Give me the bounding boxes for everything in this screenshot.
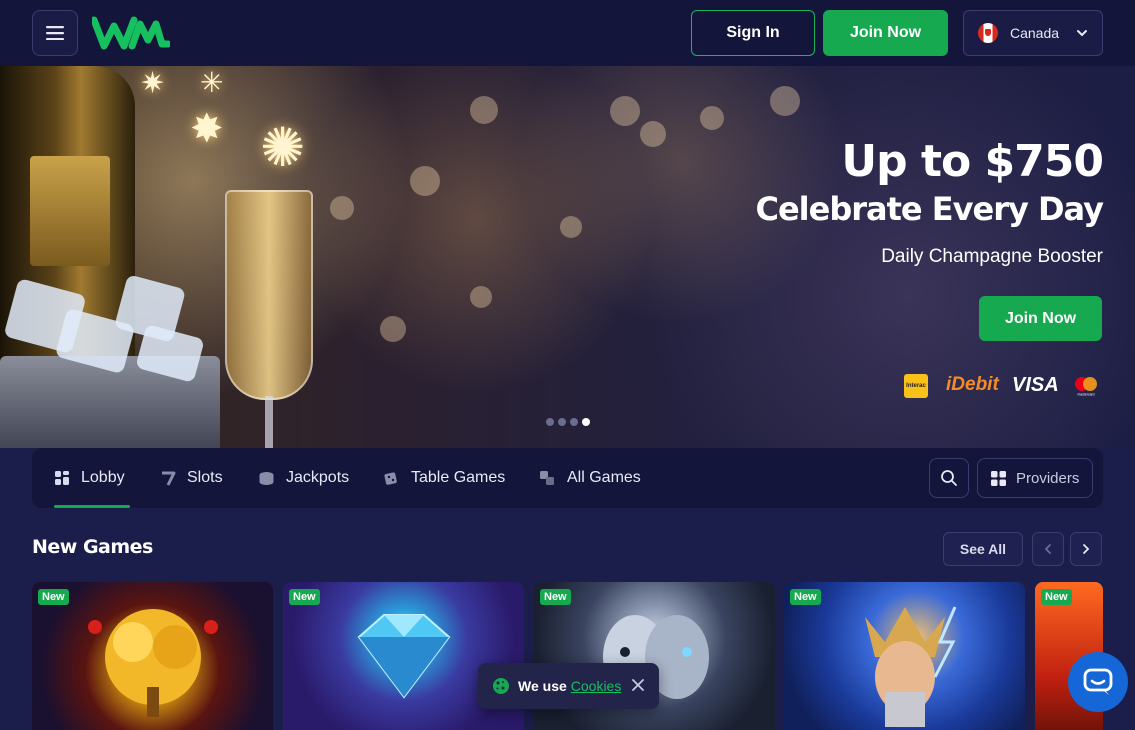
bokeh-light xyxy=(700,106,724,130)
sparkle-icon: ✸ xyxy=(190,107,224,151)
tab-jackpots[interactable]: Jackpots xyxy=(258,448,349,508)
close-icon[interactable] xyxy=(631,678,645,692)
tab-label: All Games xyxy=(567,469,641,486)
carousel-dot[interactable] xyxy=(558,418,566,426)
join-now-button[interactable]: Join Now xyxy=(823,10,948,56)
category-nav: Lobby Slots Jackpots Table Games All Gam… xyxy=(32,448,1103,508)
tab-all-games[interactable]: All Games xyxy=(539,448,641,508)
interac-logo: Interac xyxy=(904,374,928,398)
viking-warrior-art xyxy=(864,606,956,727)
canada-flag-icon xyxy=(978,23,998,43)
tab-label: Table Games xyxy=(411,469,506,486)
hero-title-secondary: Celebrate Every Day xyxy=(755,190,1104,228)
live-chat-button[interactable] xyxy=(1068,652,1128,712)
tab-lobby[interactable]: Lobby xyxy=(54,448,125,508)
payment-methods: Interac iDebit VISA mastercard xyxy=(904,372,1104,400)
mastercard-logo: mastercard xyxy=(1075,377,1097,397)
bokeh-light xyxy=(330,196,354,220)
providers-button[interactable]: Providers xyxy=(977,458,1093,498)
game-card[interactable]: New xyxy=(784,582,1025,730)
jackpots-icon xyxy=(258,470,275,486)
sparkle-icon: ✳ xyxy=(200,67,224,98)
new-badge: New xyxy=(1041,589,1072,605)
hero-title: Up to $750 xyxy=(841,136,1104,187)
hero-join-now-button[interactable]: Join Now xyxy=(979,296,1102,341)
chat-bubble-icon xyxy=(1083,668,1113,695)
chevron-down-icon xyxy=(1077,30,1087,37)
hamburger-icon xyxy=(46,26,64,40)
bokeh-light xyxy=(610,96,640,126)
carousel-dot[interactable] xyxy=(570,418,578,426)
slots-icon xyxy=(160,470,176,486)
new-badge: New xyxy=(790,589,821,605)
country-selector[interactable]: Canada xyxy=(963,10,1103,56)
cookie-text: We use xyxy=(518,678,567,694)
mastercard-label: mastercard xyxy=(1078,393,1095,397)
lobby-icon xyxy=(54,470,70,486)
carousel-dot-active[interactable] xyxy=(582,418,590,426)
all-games-icon xyxy=(539,470,556,486)
carousel-dot[interactable] xyxy=(546,418,554,426)
glass-stem xyxy=(265,396,273,448)
champagne-glass xyxy=(225,190,313,400)
bokeh-light xyxy=(560,216,582,238)
game-card[interactable]: New xyxy=(32,582,273,730)
cookies-link[interactable]: Cookies xyxy=(571,678,622,694)
visa-logo: VISA xyxy=(1012,374,1059,396)
bokeh-light xyxy=(770,86,800,116)
new-badge: New xyxy=(289,589,320,605)
sparkle-icon: ✺ xyxy=(260,118,306,178)
bokeh-light xyxy=(380,316,406,342)
table-games-icon xyxy=(383,470,400,486)
bokeh-light xyxy=(410,166,440,196)
tab-slots[interactable]: Slots xyxy=(160,448,223,508)
chevron-left-icon xyxy=(1044,544,1051,554)
chevron-right-icon xyxy=(1083,544,1090,554)
interac-label: Interac xyxy=(906,383,926,389)
search-button[interactable] xyxy=(929,458,969,498)
tab-label: Slots xyxy=(187,469,223,486)
bokeh-light xyxy=(470,286,492,308)
see-all-button[interactable]: See All xyxy=(943,532,1023,566)
header: Sign In Join Now Canada xyxy=(0,0,1135,66)
providers-label: Providers xyxy=(1016,469,1080,487)
country-label: Canada xyxy=(1010,25,1060,41)
tab-label: Jackpots xyxy=(286,469,350,486)
section-title: New Games xyxy=(32,536,153,558)
carousel-dots xyxy=(546,418,590,426)
diamond-art xyxy=(357,614,450,699)
search-icon xyxy=(941,470,957,486)
menu-button[interactable] xyxy=(32,10,78,56)
logo[interactable] xyxy=(92,16,170,50)
sign-in-button[interactable]: Sign In xyxy=(691,10,815,56)
active-tab-indicator xyxy=(54,505,130,508)
idebit-logo: iDebit xyxy=(946,374,999,395)
bottle-label xyxy=(30,156,110,266)
bokeh-light xyxy=(470,96,498,124)
cookie-icon xyxy=(492,677,510,695)
carousel-next-button[interactable] xyxy=(1070,532,1102,566)
tab-label: Lobby xyxy=(81,469,125,486)
bokeh-light xyxy=(640,121,666,147)
golden-tree-art xyxy=(87,609,218,717)
grid-icon xyxy=(991,470,1006,486)
cookie-banner: We use Cookies xyxy=(478,663,659,709)
sparkle-icon: ✷ xyxy=(140,67,166,100)
new-badge: New xyxy=(540,589,571,605)
hero-subtitle: Daily Champagne Booster xyxy=(881,246,1103,267)
tab-table-games[interactable]: Table Games xyxy=(383,448,505,508)
new-badge: New xyxy=(38,589,69,605)
carousel-prev-button[interactable] xyxy=(1032,532,1064,566)
hero-banner[interactable]: ✸ ✺ ✷ ✳ Up to $750 Celebrate Every Day D… xyxy=(0,66,1135,448)
